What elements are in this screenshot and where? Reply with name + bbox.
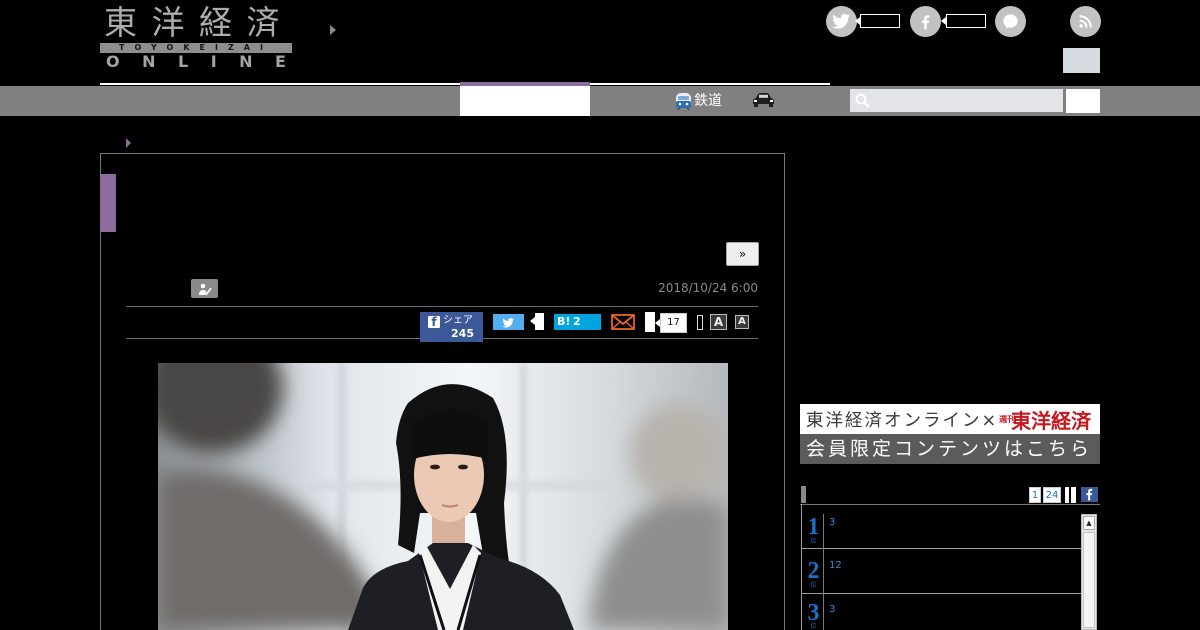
breadcrumb-arrow-icon — [126, 138, 131, 148]
hatena-label: B! — [557, 315, 571, 328]
premium-banner[interactable]: 東洋経済オンライン× 週刊 東洋経済 会員限定コンテンツはこちら — [800, 404, 1100, 464]
ranking-item[interactable]: 3 位 3 — [802, 594, 1081, 630]
share-count: 17 — [667, 317, 680, 328]
ranking-column-divider — [823, 514, 824, 630]
ranking-number: 3 — [807, 600, 820, 626]
share-divider-top — [126, 306, 758, 307]
ranking-suffix: 位 — [810, 538, 817, 545]
nav-item-car[interactable] — [752, 92, 775, 108]
logo-arrow-icon — [330, 25, 336, 35]
twitter-icon — [502, 317, 514, 327]
article-main-image — [158, 363, 728, 630]
font-size-label — [697, 315, 703, 330]
scroll-up-icon[interactable]: ▲ — [1083, 516, 1095, 530]
header-login-button[interactable] — [1063, 48, 1100, 73]
article-title-accent — [100, 174, 116, 232]
nav-tab-active[interactable] — [460, 86, 590, 116]
banner-line1: 東洋経済オンライン× — [806, 410, 999, 431]
ranking-tab-extra[interactable] — [1071, 487, 1076, 503]
twitter-icon[interactable] — [826, 6, 857, 37]
scroll-thumb[interactable] — [1083, 532, 1095, 628]
search-button[interactable] — [1066, 89, 1100, 113]
ranking-tab-extra[interactable] — [1065, 487, 1069, 503]
facebook-icon[interactable] — [910, 6, 941, 37]
ranking-item[interactable]: 2 位 12 — [802, 549, 1081, 594]
banner-line2: 会員限定コンテンツはこちら — [800, 434, 1100, 464]
banner-tag: 週刊 — [999, 414, 1016, 424]
ranking-suffix: 位 — [810, 623, 817, 630]
facebook-share-button[interactable]: f シェア 245 — [420, 312, 483, 342]
ranking-count: 12 — [829, 560, 842, 571]
ranking-scrollbar[interactable]: ▲ — [1081, 514, 1097, 630]
facebook-icon: f — [428, 316, 440, 328]
hatena-bookmark-button[interactable]: B! 2 — [554, 314, 601, 330]
train-icon — [676, 93, 691, 110]
search-icon — [855, 93, 870, 108]
search-input[interactable] — [850, 89, 1063, 112]
font-size-large-button[interactable]: A — [710, 314, 727, 330]
ranking-count: 3 — [829, 604, 836, 615]
share-count-bubble: 17 — [655, 313, 687, 333]
ranking-number: 2 — [807, 558, 820, 584]
twitter-share-button[interactable] — [493, 314, 524, 330]
facebook-share-count: 245 — [451, 327, 474, 340]
ranking-header-mark — [801, 486, 806, 503]
ranking-item[interactable]: 1 位 3 — [802, 514, 1081, 549]
rss-icon[interactable] — [1070, 6, 1101, 37]
mail-share-button[interactable] — [611, 314, 635, 330]
share-button-misc[interactable] — [645, 312, 655, 332]
ranking-count: 3 — [829, 517, 836, 528]
article-date: 2018/10/24 6:00 — [658, 281, 758, 295]
next-page-button[interactable]: » — [726, 242, 759, 266]
font-size-small-button[interactable]: A — [735, 315, 749, 329]
site-logo[interactable]: 東洋経済 TOYOKEIZAI ONLINE — [100, 3, 296, 71]
messenger-icon[interactable] — [995, 6, 1026, 37]
ranking-header-line — [800, 504, 1100, 505]
nav-item-railway[interactable]: 鉄道 — [675, 89, 722, 113]
facebook-like-count[interactable] — [941, 14, 986, 28]
author-pen-icon[interactable] — [191, 279, 218, 298]
banner-top: 東洋経済オンライン× 週刊 東洋経済 — [800, 404, 1100, 434]
ranking-suffix: 位 — [810, 582, 817, 589]
banner-brand: 東洋経済 — [1011, 408, 1092, 433]
twitter-follow-count[interactable] — [855, 14, 900, 28]
logo-online: ONLINE — [106, 52, 309, 71]
twitter-share-count — [530, 313, 544, 330]
hatena-count: 2 — [573, 315, 581, 328]
mail-icon — [611, 314, 635, 330]
nav-item-label: 鉄道 — [694, 93, 722, 109]
ranking-tab-1[interactable]: 1 — [1029, 487, 1041, 503]
facebook-icon[interactable] — [1081, 487, 1098, 502]
logo-title: 東洋経済 — [104, 3, 294, 42]
ranking-tab-24[interactable]: 24 — [1043, 487, 1061, 503]
car-icon — [753, 93, 774, 107]
facebook-share-label: シェア — [443, 315, 473, 326]
ranking-number: 1 — [807, 514, 820, 540]
